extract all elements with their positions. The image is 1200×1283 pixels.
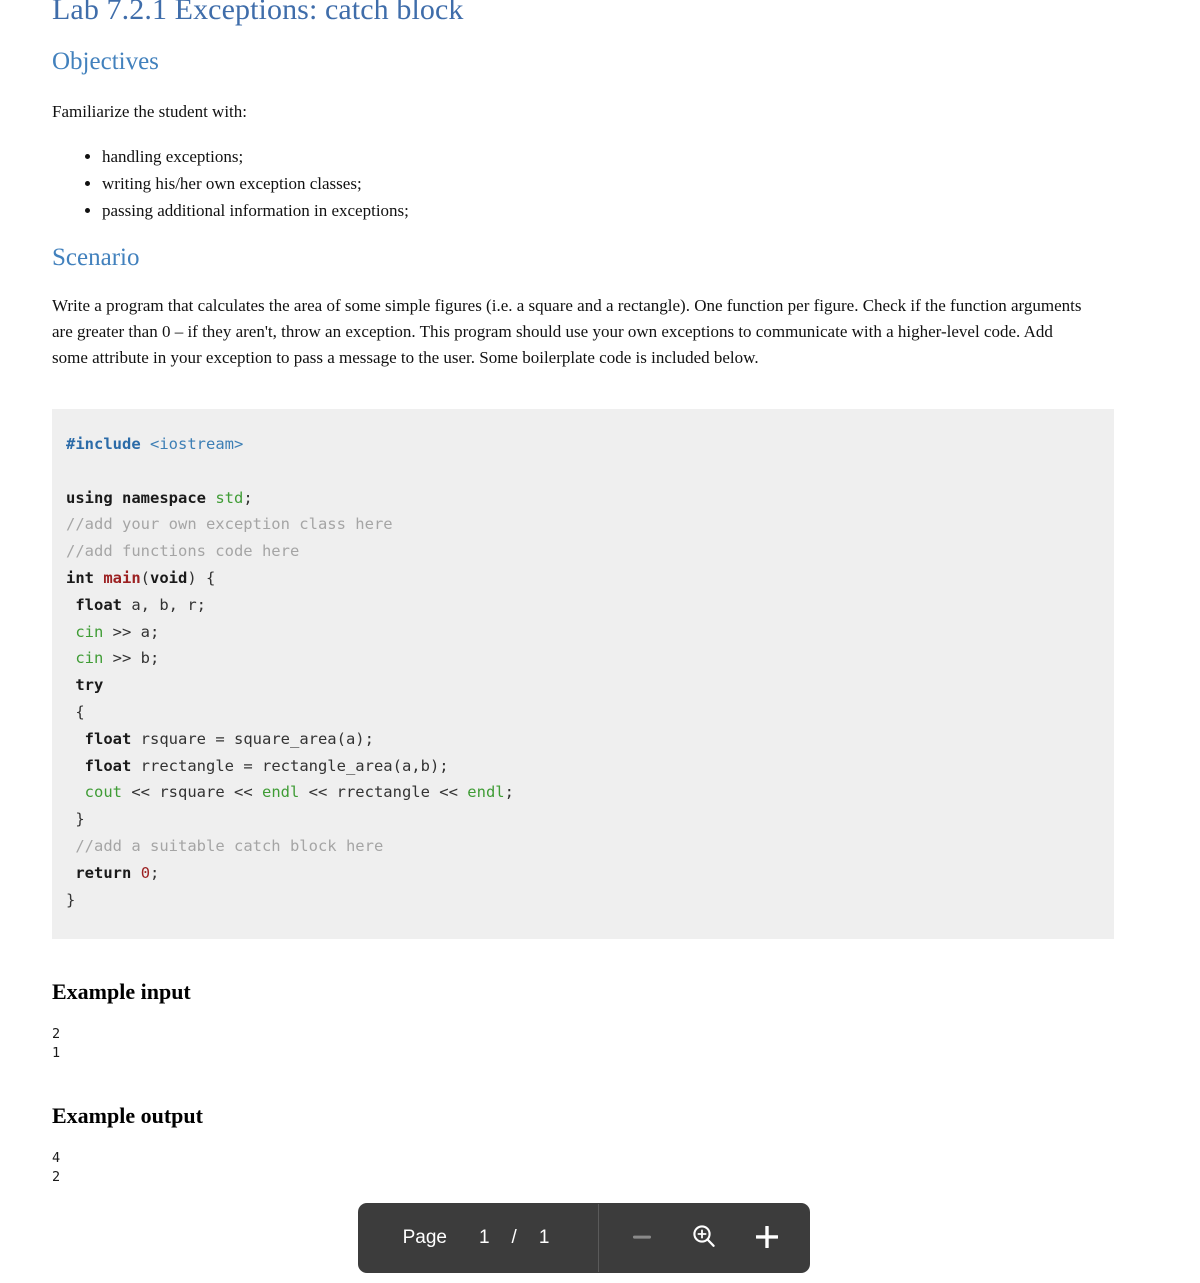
example-output-text: 4 2 [52,1150,61,1186]
code-line: cin >> b; [66,645,1094,672]
code-token: endl [261,783,300,802]
current-page-number[interactable]: 1 [461,1227,508,1249]
code-token: using namespace [66,488,206,507]
code-token: rrectangle = rectangle_area(a,b); [131,756,449,775]
code-token: { [66,702,85,721]
code-token: try [75,676,104,695]
section-heading-scenario: Scenario [52,244,140,271]
code-line: return 0; [66,860,1094,887]
code-token: } [66,890,76,909]
list-item: passing additional information in except… [102,197,1114,224]
code-token: ; [150,863,160,882]
magnifier-plus-icon [688,1221,720,1256]
code-line: #include <iostream> [66,431,1094,458]
code-line: int main(void) { [66,565,1094,592]
code-line: //add a suitable catch block here [66,833,1094,860]
list-item: handling exceptions; [102,143,1114,170]
code-line: { [66,699,1094,726]
code-line: using namespace std; [66,485,1094,512]
code-token: void [150,568,188,587]
minus-icon [627,1222,657,1255]
code-line: float rsquare = square_area(a); [66,726,1094,753]
code-token: std [215,488,244,507]
code-line: cout << rsquare << endl << rrectangle <<… [66,779,1094,806]
code-line: float a, b, r; [66,592,1094,619]
code-token: <iostream> [150,435,244,453]
document-content: Lab 7.2.1 Exceptions: catch block Object… [52,0,1114,1187]
code-token: a, b, r; [122,595,207,614]
code-token: endl [467,783,505,802]
code-line: try [66,672,1094,699]
code-token: ) { [187,568,216,587]
page-separator: / [511,1227,517,1248]
code-line: } [66,887,1094,914]
code-token: int [66,568,94,587]
page-label: Page [402,1227,447,1248]
code-token: //add your own exception class here [66,515,393,534]
code-token: //add functions code here [66,542,300,561]
code-token: << rsquare << [122,783,262,802]
code-token: //add a suitable catch block here [75,836,384,855]
code-token: cin [75,622,104,641]
source-code: #include <iostream> using namespace std;… [66,431,1094,913]
code-token: << rrectangle << [299,783,468,802]
code-token: } [66,810,85,829]
code-line: float rrectangle = rectangle_area(a,b); [66,753,1094,780]
code-token: float [84,729,132,748]
zoom-in-button[interactable] [744,1215,790,1261]
code-token: >> b; [103,649,160,668]
objectives-intro: Familiarize the student with: [52,102,247,121]
code-token: 0 [140,863,151,882]
total-page-count: 1 [538,1227,550,1248]
code-line: } [66,806,1094,833]
code-token: >> a; [103,622,160,641]
scenario-body: Write a program that calculates the area… [52,296,1082,367]
code-line: //add your own exception class here [66,511,1094,538]
code-token: #include [66,435,141,453]
code-token: float [84,756,132,775]
pdf-viewer-toolbar[interactable]: Page 1 / 1 [358,1203,810,1273]
code-token: ( [140,568,151,587]
page-navigation-group: Page 1 / 1 [358,1203,598,1273]
zoom-out-button[interactable] [619,1215,665,1261]
list-item: writing his/her own exception classes; [102,170,1114,197]
code-token: rsquare = square_area(a); [131,729,374,748]
code-block: #include <iostream> using namespace std;… [52,409,1114,940]
code-token: return [75,863,132,882]
code-token: cout [84,783,122,802]
section-heading-example-input: Example input [52,979,191,1005]
code-token: ; [504,783,514,802]
section-heading-example-output: Example output [52,1103,203,1129]
code-token: float [75,595,123,614]
example-input-text: 2 1 [52,1026,61,1062]
zoom-magnifier-button[interactable] [681,1215,727,1261]
zoom-controls-group [599,1203,810,1273]
code-line: //add functions code here [66,538,1094,565]
plus-icon [750,1220,784,1257]
code-token: cin [75,649,104,668]
pdf-page: Lab 7.2.1 Exceptions: catch block Object… [0,0,1200,1283]
code-token: ; [243,488,253,507]
code-line: cin >> a; [66,619,1094,646]
section-heading-objectives: Objectives [52,48,159,75]
code-token: main [103,568,141,587]
page-title: Lab 7.2.1 Exceptions: catch block [52,0,464,26]
objectives-list: handling exceptions; writing his/her own… [52,143,1114,224]
